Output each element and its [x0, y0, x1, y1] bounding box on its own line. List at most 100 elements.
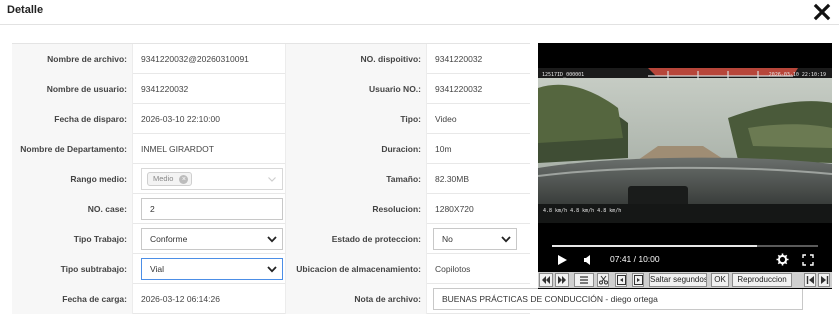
tag-remove-icon[interactable]: × — [179, 175, 189, 184]
time-display: 07:41 / 10:00 — [610, 254, 660, 264]
range-multiselect[interactable]: Medio × — [141, 168, 283, 190]
frame-forward-icon — [633, 275, 643, 285]
skip-end-button[interactable] — [818, 273, 830, 287]
rewind-button[interactable] — [539, 273, 553, 287]
range-label: Rango medio: — [12, 164, 132, 194]
seek-progress — [552, 245, 757, 247]
skip-seconds-button[interactable]: Saltar segundos — [649, 273, 707, 287]
video-player[interactable]: 12517ID_000001 2026-03-10 22:10:19 4.8 k… — [538, 43, 832, 289]
chevron-down-icon — [266, 263, 278, 275]
protection-selected: No — [442, 234, 453, 244]
user-no-label: Usuario NO.: — [285, 74, 426, 104]
row-user-name: Nombre de usuario: 9341220032 Usuario NO… — [12, 74, 530, 104]
device-value: 9341220032 — [426, 44, 530, 74]
row-range: Rango medio: Medio × Tamaño: 82.30MB — [12, 164, 530, 194]
file-name-value: 9341220032@20260310091 — [132, 44, 285, 74]
protection-select[interactable]: No — [433, 228, 517, 250]
video-frame[interactable] — [538, 68, 832, 223]
osd-speed: 4.8 km/h 4.8 km/h 4.8 km/h — [543, 208, 622, 214]
fullscreen-button[interactable] — [802, 253, 814, 271]
upload-date-value: 2026-03-12 06:14:26 — [132, 284, 285, 314]
list-button[interactable] — [574, 273, 594, 287]
range-tag-label: Medio — [153, 174, 174, 183]
subwork-label: Tipo subtrabajo: — [12, 254, 132, 284]
seek-bar[interactable] — [552, 245, 818, 247]
frame-back-icon — [616, 275, 626, 285]
row-department: Nombre de Departamento: INMEL GIRARDOT D… — [12, 134, 530, 164]
storage-label: Ubicacion de almacenamiento: — [285, 254, 426, 284]
frame-forward-button[interactable] — [632, 273, 644, 287]
trigger-date-label: Fecha de disparo: — [12, 104, 132, 134]
fast-forward-button[interactable] — [555, 273, 569, 287]
chevron-down-icon — [500, 233, 512, 245]
user-no-value: 9341220032 — [426, 74, 530, 104]
file-name-label: Nombre de archivo: — [12, 44, 132, 74]
volume-icon — [584, 255, 590, 265]
size-label: Tamaño: — [285, 164, 426, 194]
row-upload-date: Fecha de carga: 2026-03-12 06:14:26 Nota… — [12, 284, 803, 314]
skip-end-icon — [820, 276, 828, 284]
osd-device-id: 12517ID_000001 — [542, 72, 585, 78]
note-input[interactable]: BUENAS PRÁCTICAS DE CONDUCCIÓN - diego o… — [433, 288, 803, 310]
chevron-down-icon — [266, 233, 278, 245]
row-file-name: Nombre de archivo: 9341220032@2026031009… — [12, 44, 530, 74]
list-icon — [580, 276, 588, 284]
subwork-select[interactable]: Vial — [141, 258, 283, 280]
department-value: INMEL GIRARDOT — [132, 134, 285, 164]
user-name-value: 9341220032 — [132, 74, 285, 104]
fast-forward-icon — [558, 276, 566, 284]
duration-label: Duracion: — [285, 134, 426, 164]
row-work-type: Tipo Trabajo: Conforme Estado de protecc… — [12, 224, 530, 254]
upload-date-label: Fecha de carga: — [12, 284, 132, 314]
work-type-label: Tipo Trabajo: — [12, 224, 132, 254]
dashcam-frame-image — [538, 68, 832, 223]
rewind-icon — [542, 276, 550, 284]
row-trigger-date: Fecha de disparo: 2026-03-10 22:10:00 Ti… — [12, 104, 530, 134]
detail-form: Nombre de archivo: 9341220032@2026031009… — [12, 43, 803, 319]
skip-start-button[interactable] — [804, 273, 816, 287]
work-type-selected: Conforme — [150, 234, 188, 244]
frame-back-button[interactable] — [615, 273, 627, 287]
cut-button[interactable] — [597, 273, 609, 287]
skip-start-icon — [806, 276, 814, 284]
chevron-down-icon — [266, 173, 278, 185]
cut-icon — [598, 275, 608, 285]
type-value: Video — [426, 104, 530, 134]
work-type-select[interactable]: Conforme — [141, 228, 283, 250]
row-subwork: Tipo subtrabajo: Vial Ubicacion de almac… — [12, 254, 530, 284]
play-icon — [558, 255, 567, 265]
modal-header: Detalle — [0, 0, 839, 25]
resolution-label: Resolucion: — [285, 194, 426, 224]
case-label: NO. case: — [12, 194, 132, 224]
size-value: 82.30MB — [426, 164, 530, 194]
close-button[interactable] — [813, 3, 831, 21]
modal-title: Detalle — [7, 4, 44, 16]
note-label: Nota de archivo: — [285, 284, 426, 314]
play-button[interactable] — [556, 253, 568, 271]
user-name-label: Nombre de usuario: — [12, 74, 132, 104]
ok-button[interactable]: OK — [711, 273, 729, 287]
protection-cell: No — [426, 224, 530, 254]
row-case: NO. case: 2 Resolucion: 1280X720 — [12, 194, 530, 224]
playback-button[interactable]: Reproduccion — [732, 273, 792, 287]
device-label: NO. dispoitivo: — [285, 44, 426, 74]
case-cell: 2 — [132, 194, 285, 224]
subwork-cell: Vial — [132, 254, 285, 284]
case-input[interactable]: 2 — [141, 198, 283, 220]
range-tag: Medio × — [147, 172, 193, 186]
player-toolbar: Saltar segundos OK Reproduccion — [538, 272, 832, 288]
close-icon — [813, 3, 831, 21]
settings-button[interactable] — [776, 253, 789, 271]
type-label: Tipo: — [285, 104, 426, 134]
osd-timestamp: 2026-03-10 22:10:19 — [768, 72, 826, 78]
resolution-value: 1280X720 — [426, 194, 530, 224]
subwork-selected: Vial — [150, 264, 165, 274]
department-label: Nombre de Departamento: — [12, 134, 132, 164]
range-cell: Medio × — [132, 164, 285, 194]
volume-button[interactable] — [582, 253, 594, 271]
settings-icon — [776, 253, 789, 266]
storage-value: Copilotos — [426, 254, 530, 284]
trigger-date-value: 2026-03-10 22:10:00 — [132, 104, 285, 134]
work-type-cell: Conforme — [132, 224, 285, 254]
fullscreen-icon — [802, 254, 814, 266]
